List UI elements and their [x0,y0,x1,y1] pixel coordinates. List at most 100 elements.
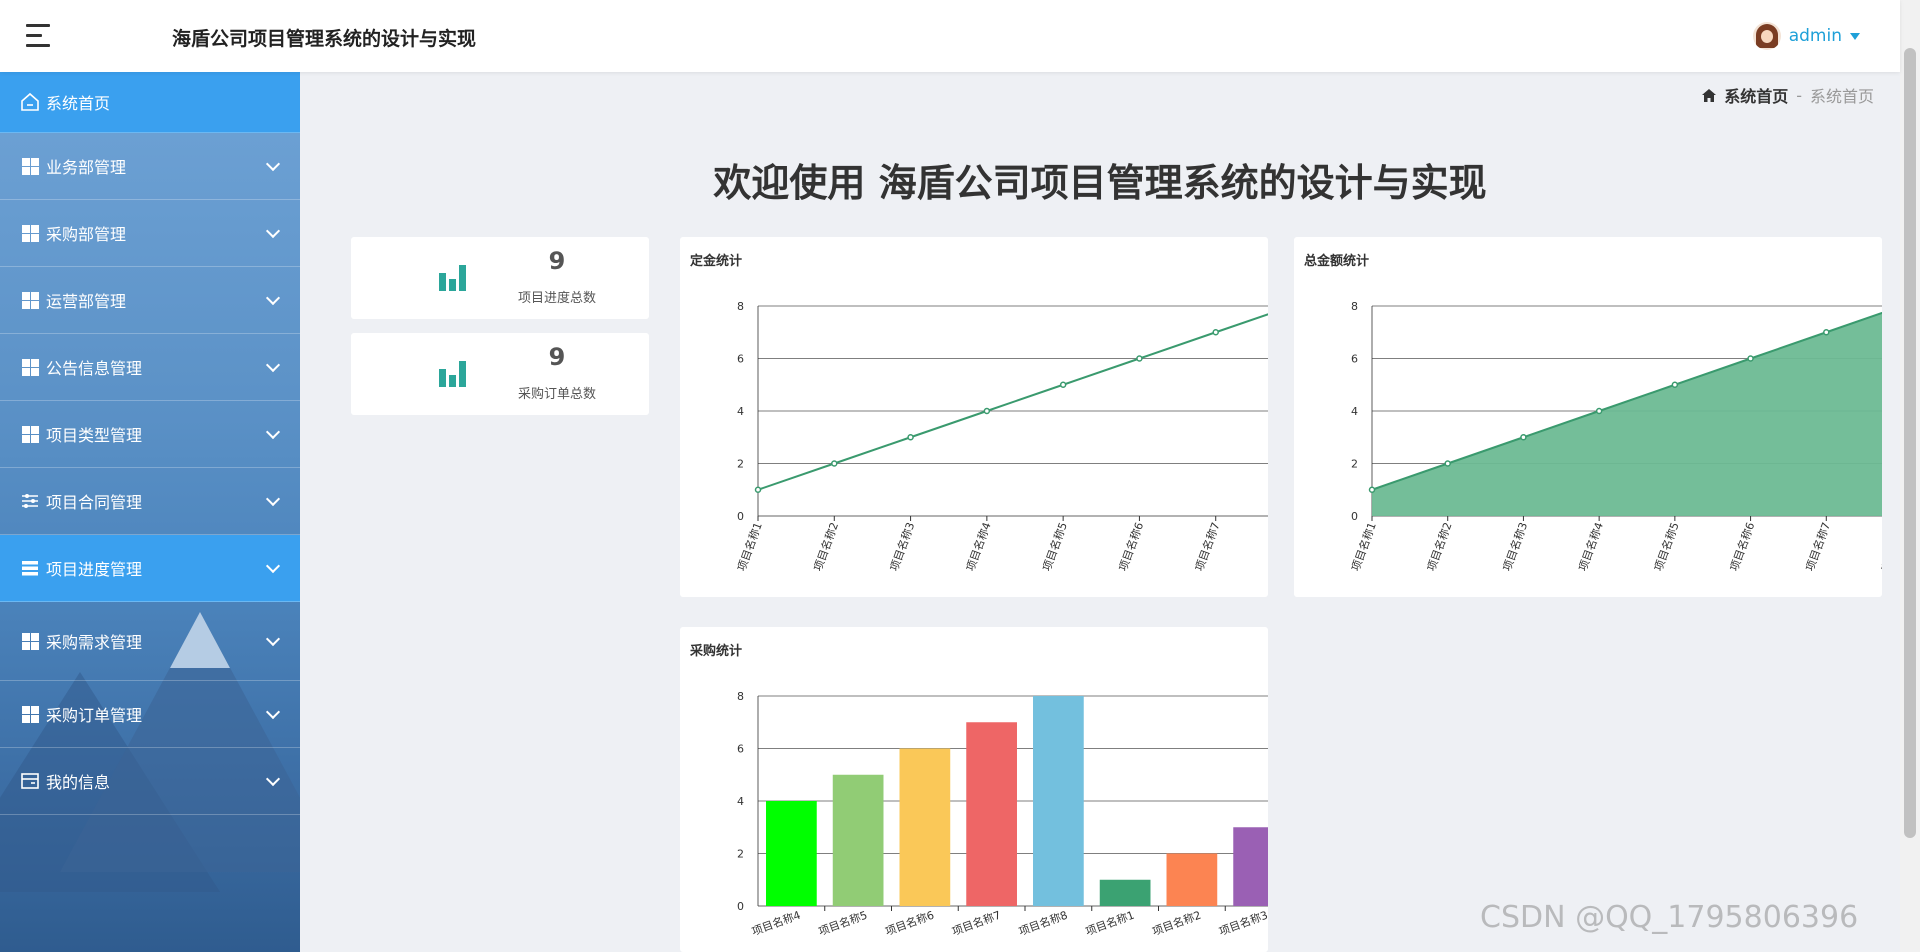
x-tick-label: 项目名称2 [1150,908,1203,939]
x-tick-label: 项目名称4 [750,908,803,939]
x-tick-label: 项目名称5 [1651,520,1682,573]
chevron-down-icon [265,424,281,440]
chevron-down-icon [265,290,281,306]
y-tick-label: 0 [737,900,744,913]
chevron-down-icon [265,156,281,172]
x-tick-label: 项目名称4 [963,520,994,573]
user-menu[interactable]: admin [1752,20,1860,52]
sidebar-item-9[interactable]: 采购订单管理 [0,681,300,748]
y-tick-label: 4 [737,405,744,418]
x-tick-label: 项目名称3 [1217,908,1268,939]
grid-icon [20,223,40,243]
sidebar-item-3[interactable]: 运营部管理 [0,267,300,334]
list-icon [20,558,40,578]
chart-svg: 0 2 4 6 8 项目名称1 项目名称2 项目名称3 项目名称4 项目名称5 项目名称6 项目名称7… [734,300,1268,573]
data-point [983,407,991,415]
x-tick-label: 项目名称6 [1727,520,1758,573]
y-tick-label: 2 [737,458,744,471]
purchase-chart: 采购统计 0 2 4 6 8 项目名称4 项目名称5 项目名称6 项目名称7 项目名称8 项目名称1… [680,627,1268,952]
sidebar-item-0[interactable]: 系统首页 [0,72,300,133]
y-tick-label: 0 [737,510,744,523]
x-tick-label: 项目名称2 [1424,520,1455,573]
data-point [1059,381,1067,388]
y-tick-label: 8 [737,300,744,313]
sidebar-item-5[interactable]: 项目类型管理 [0,401,300,468]
x-tick-label: 项目名称7 [950,908,1003,939]
breadcrumb-current: 系统首页 [1809,87,1874,106]
data-point [1520,434,1527,441]
bar [1099,879,1151,906]
data-point [1212,329,1219,336]
sidebar-item-label: 公告信息管理 [46,359,143,378]
y-tick-label: 2 [737,848,744,861]
grid-icon [20,156,40,176]
bar [1166,853,1218,906]
sidebar-item-label: 系统首页 [46,94,111,113]
welcome-title: 欢迎使用 海盾公司项目管理系统的设计与实现 [713,161,1487,205]
scrollbar[interactable] [1900,0,1920,952]
breadcrumb-home[interactable]: 系统首页 [1724,83,1788,107]
sidebar-item-label: 项目进度管理 [46,560,143,579]
scrollbar-thumb[interactable] [1904,48,1916,838]
data-point [1136,355,1143,362]
top-header: 海盾公司项目管理系统的设计与实现 admin [0,0,1900,72]
sidebar-item-label: 运营部管理 [46,292,127,311]
grid-icon [20,357,40,377]
chevron-down-icon [265,357,281,373]
sidebar-item-7[interactable]: 项目进度管理 [0,535,300,602]
bar-chart-icon [439,265,467,291]
bar [1033,696,1084,906]
grid-icon [20,424,40,444]
chevron-down-icon [265,631,281,647]
data-point [907,434,914,441]
y-tick-label: 0 [1351,510,1358,523]
sidebar-item-1[interactable]: 业务部管理 [0,133,300,200]
y-tick-label: 6 [737,353,744,366]
sidebar-item-label: 采购需求管理 [46,633,143,652]
data-point [1444,460,1451,467]
y-tick-label: 4 [1351,405,1358,418]
sidebar-item-10[interactable]: 我的信息 [0,748,300,815]
grid-icon [20,704,40,724]
bar [766,801,817,906]
sidebar: 系统首页业务部管理采购部管理运营部管理公告信息管理 项目类型管理项目合同管理项目进… [0,72,300,952]
data-point [754,486,762,493]
x-tick-label: 项目名称3 [887,520,918,573]
sidebar-item-label: 业务部管理 [46,158,127,177]
home-icon [20,92,40,112]
sidebar-item-label: 采购订单管理 [46,706,143,725]
menu-toggle-icon[interactable] [26,24,54,48]
chevron-down-icon [265,491,281,507]
breadcrumb-separator: - [1796,85,1802,105]
avatar [1752,22,1781,50]
sidebar-item-2[interactable]: 采购部管理 [0,200,300,267]
x-tick-label: 项目名称5 [1039,520,1070,573]
sidebar-item-4[interactable]: 公告信息管理 [0,334,300,401]
grid-icon [20,290,40,310]
y-tick-label: 4 [737,795,744,808]
chevron-down-icon [265,223,281,239]
bar-chart-icon [439,361,467,387]
breadcrumb: 系统首页 - 系统首页 [1702,83,1874,107]
y-tick-label: 8 [737,690,744,703]
sidebar-item-6[interactable]: 项目合同管理 [0,468,300,535]
sidebar-item-8[interactable]: 采购需求管理 [0,602,300,681]
grid-icon [20,631,40,651]
watermark: CSDN @QQ_1795806396 [1480,900,1859,935]
home-icon [1702,88,1717,102]
total-amount-chart: 总金额统计 0 2 4 6 8 项目名称1 项目名称2 项目名称3 项目名称4 项目名称5 项目名称… [1294,237,1882,597]
deposit-chart: 定金统计 0 2 4 6 8 项目名称1 项目名称2 项目名称3 项目名称4 项目名称5 项目名称6… [680,237,1268,597]
bar [899,748,951,906]
stat-value: 9 [548,247,566,275]
data-point [1747,355,1754,362]
username: admin [1788,26,1842,46]
data-point [1671,381,1679,388]
chart-svg: 0 2 4 6 8 项目名称1 项目名称2 项目名称3 项目名称4 项目名称5 项目名称6 项目名称7… [1348,300,1882,573]
sidebar-item-label: 项目类型管理 [46,426,143,445]
y-tick-label: 8 [1351,300,1358,313]
x-tick-label: 项目名称7 [1803,520,1834,573]
stat-card-progress: 9 项目进度总数 [351,237,649,319]
x-tick-label: 项目名称1 [1348,520,1379,573]
x-tick-label: 项目名称5 [816,908,869,939]
x-tick-label: 项目名称3 [1500,520,1531,573]
